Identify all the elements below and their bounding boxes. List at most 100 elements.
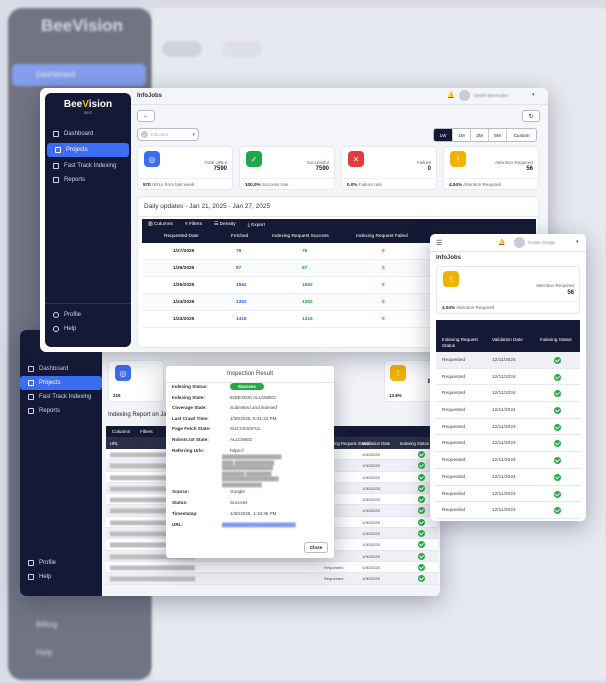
table-row[interactable]: ██████████████████████████████ Requested 1… xyxy=(106,561,438,574)
close-button[interactable]: Close xyxy=(304,542,328,553)
row-validation-date: 12/11/2024 xyxy=(492,441,516,447)
report-nav-dashboard[interactable]: Dashboard xyxy=(20,362,102,376)
warning-doc-icon: ! xyxy=(450,151,466,167)
range-custom[interactable]: Custom xyxy=(506,129,536,141)
refresh-button[interactable]: ↻ xyxy=(522,110,540,122)
modal-field-row: Robots.txt State: ALLOWED xyxy=(172,437,330,448)
row-request-status: Requested xyxy=(442,391,466,397)
avatar[interactable] xyxy=(459,90,470,101)
divider xyxy=(240,178,334,179)
bell-icon[interactable]: 🔔 xyxy=(498,239,505,246)
report-nav-projects[interactable]: Projects xyxy=(20,376,102,390)
columns-button[interactable]: Columns xyxy=(112,429,130,434)
report-nav-help[interactable]: Help xyxy=(20,570,102,584)
table-cell: 1/25/2025 xyxy=(173,283,195,288)
table-row[interactable]: Requested12/11/2024 xyxy=(436,468,580,486)
hamburger-icon[interactable]: ☰ xyxy=(436,239,442,247)
table-row[interactable]: Requested12/11/2024 xyxy=(436,402,580,419)
card-foot-label: Success rate xyxy=(261,182,289,187)
row-request-status: Requested xyxy=(442,474,466,480)
range-2m[interactable]: 2M xyxy=(470,129,488,141)
report-nav-profile[interactable]: Profile xyxy=(20,556,102,570)
row-url[interactable]: ██████████████████████████████ xyxy=(110,576,195,581)
chevron-down-icon[interactable]: ▾ xyxy=(576,239,579,245)
table-row[interactable]: Requested 12/11/2024 xyxy=(436,435,580,453)
card-label: Attention Required xyxy=(535,283,574,288)
modal-field-value: Submitted and indexed xyxy=(230,405,277,411)
mobile-table-body: Requested 12/11/2024 Requested 12/11/2024 Re… xyxy=(436,352,580,521)
card-label: Total URLs xyxy=(204,160,227,165)
check-circle-icon xyxy=(554,390,561,398)
nav-dashboard[interactable]: Dashboard xyxy=(45,127,131,141)
table-cell: 1/27/2025 xyxy=(173,249,195,254)
table-row[interactable]: ██████████████████████████████ Requested 1… xyxy=(106,573,438,585)
range-6m[interactable]: 6M xyxy=(488,129,506,141)
table-row[interactable]: Requested12/11/2024 xyxy=(436,418,580,436)
brand-logo: BeeVVisionision SEO xyxy=(63,99,113,115)
density-button[interactable]: ☰ Density xyxy=(214,222,236,227)
row-validation-date: 1/30/2025 xyxy=(362,474,380,480)
check-circle-icon xyxy=(418,507,425,515)
modal-field-label: Indexing Status: xyxy=(172,384,208,389)
col-indexing-status: Indexing Status xyxy=(400,441,429,446)
back-button[interactable]: ← xyxy=(137,110,155,122)
card-foot-label: URLs from last week xyxy=(151,182,195,187)
user-name[interactable]: Dustin Dunge xyxy=(528,240,555,245)
table-row[interactable]: Requested12/11/2024 xyxy=(436,385,580,403)
nav-help[interactable]: Help xyxy=(45,322,131,336)
check-circle-icon xyxy=(554,490,561,498)
col-validation-date: Validation Date xyxy=(362,441,391,446)
report-nav-fast-track[interactable]: Fast Track Indexing xyxy=(20,390,102,404)
modal-field-row: Indexing State: INDEXING ALLOWED xyxy=(172,395,330,406)
divider xyxy=(430,251,586,252)
table-row[interactable]: Requested12/11/2024 xyxy=(436,352,580,369)
export-button[interactable]: ⤓ Export xyxy=(248,222,265,228)
card-foot-value: 0.0% xyxy=(347,182,358,187)
row-request-status: Requested xyxy=(442,374,466,380)
check-circle-icon xyxy=(418,530,425,538)
user-name[interactable]: Dmitrii Bermudez xyxy=(474,93,509,98)
table-row[interactable]: Requested12/11/2024 xyxy=(436,452,580,469)
nav-projects[interactable]: Projects xyxy=(47,143,129,157)
range-1w[interactable]: 1W xyxy=(434,129,452,141)
table-cell: 97 xyxy=(302,266,308,271)
table-row[interactable]: Requested12/11/2024 xyxy=(436,368,580,386)
background-logo: BeeVision xyxy=(41,16,123,35)
card-foot-label: Attention Required xyxy=(456,305,495,310)
report-nav-reports[interactable]: Reports xyxy=(20,404,102,418)
bolt-icon xyxy=(28,394,34,400)
row-url[interactable]: ██████████████████████████████ xyxy=(110,565,195,570)
row-validation-date: 1/30/2025 xyxy=(362,508,380,514)
table-cell: 0 xyxy=(382,300,385,305)
modal-field-value: 1/30/2025, 5:31:22 PM xyxy=(230,415,277,421)
table-row[interactable]: Requested12/11/2024 xyxy=(436,518,580,521)
row-validation-date: 1/30/2025 xyxy=(362,576,380,582)
nav-profile[interactable]: Profile xyxy=(45,308,131,322)
columns-button[interactable]: ▥ Columns xyxy=(148,222,173,227)
table-row[interactable]: Requested12/11/2024 xyxy=(436,485,580,503)
avatar[interactable] xyxy=(514,237,525,248)
mobile-panel: ☰ 🔔 Dustin Dunge ▾ InfoJobs ! Attention … xyxy=(430,234,586,521)
col-requested-date: Requested Date xyxy=(164,234,199,239)
range-toggle: 1W 1M 2M 6M Custom xyxy=(433,128,537,142)
table-cell: 1/26/2025 xyxy=(173,266,195,271)
card-value: 56 xyxy=(526,166,533,172)
row-request-status: Requested xyxy=(442,358,466,363)
modal-field-label: URL: xyxy=(172,522,183,527)
user-icon xyxy=(28,560,34,566)
bell-icon[interactable]: 🔔 xyxy=(447,92,454,99)
project-select[interactable]: InfoJobs ▾ xyxy=(137,128,199,141)
filters-button[interactable]: ≡ Filters xyxy=(185,222,202,227)
range-1m[interactable]: 1M xyxy=(452,129,470,141)
nav-reports[interactable]: Reports xyxy=(45,173,131,187)
error-doc-icon: ✕ xyxy=(348,151,364,167)
refresh-icon: ↻ xyxy=(528,113,534,120)
table-row[interactable]: Requested12/11/2024 xyxy=(436,502,580,519)
check-circle-icon xyxy=(418,484,425,492)
modal-field-label: Status: xyxy=(172,500,188,505)
nav-fast-track[interactable]: Fast Track Indexing xyxy=(45,159,131,173)
row-request-status: Requested xyxy=(442,441,466,447)
filters-button[interactable]: Filters xyxy=(140,429,153,434)
modal-url-link[interactable]: ██████████████████████████ xyxy=(222,522,322,527)
chevron-down-icon[interactable]: ▾ xyxy=(532,92,535,98)
